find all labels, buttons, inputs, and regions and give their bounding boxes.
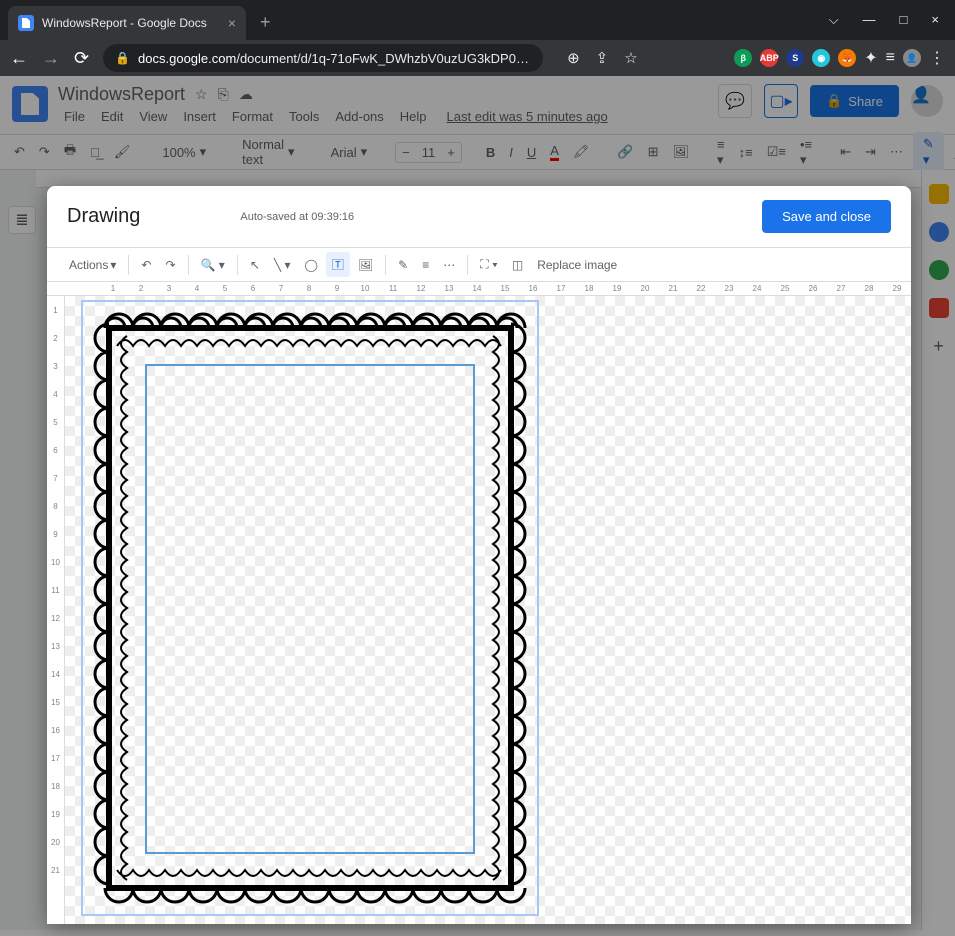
window-close[interactable]: ×	[931, 12, 939, 28]
ext-s-icon[interactable]: S	[786, 49, 804, 67]
window-dropdown[interactable]: ⌵	[829, 12, 839, 28]
docs-app: WindowsReport ☆ ⎘ ☁ File Edit View Inser…	[0, 76, 955, 936]
address-bar[interactable]: 🔒 docs.google.com/document/d/1q-71oFwK_D…	[103, 44, 543, 72]
browser-menu-icon[interactable]: ⋮	[929, 48, 945, 68]
ext-bot-icon[interactable]: ◉	[812, 49, 830, 67]
reading-list-icon[interactable]: ≡	[886, 49, 895, 67]
drawing-redo-button[interactable]: ↷	[159, 254, 181, 276]
border-color-button[interactable]: ✎	[392, 254, 414, 276]
image-tool[interactable]: 🖼	[352, 254, 379, 276]
drawing-canvas[interactable]	[65, 296, 911, 924]
mask-button[interactable]: ◫	[506, 254, 529, 276]
extensions-menu-icon[interactable]: ✦	[864, 48, 877, 68]
browser-tab[interactable]: WindowsReport - Google Docs ×	[8, 6, 246, 40]
lock-icon: 🔒	[115, 51, 130, 65]
text-box-tool[interactable]: 🅃	[326, 252, 350, 277]
window-controls: ⌵ — □ ×	[829, 12, 947, 28]
nav-reload-button[interactable]: ⟳	[74, 48, 89, 69]
border-weight-button[interactable]: ≡	[416, 254, 435, 276]
select-tool[interactable]: ↖	[244, 254, 266, 276]
crop-button[interactable]: ⛶ ▾	[474, 253, 504, 276]
save-and-close-button[interactable]: Save and close	[762, 200, 891, 233]
zoom-button[interactable]: 🔍 ▾	[195, 254, 231, 276]
border-dash-button[interactable]: ⋯	[437, 254, 461, 276]
bookmark-icon[interactable]: ☆	[624, 49, 637, 67]
drawing-title: Drawing	[67, 205, 140, 228]
ext-fox-icon[interactable]: 🦊	[838, 49, 856, 67]
drawing-modal: Drawing Auto-saved at 09:39:16 Save and …	[47, 186, 911, 924]
tab-close-button[interactable]: ×	[228, 15, 236, 31]
drawing-undo-button[interactable]: ↶	[135, 254, 157, 276]
share-page-icon[interactable]: ⇪	[596, 49, 609, 67]
browser-toolbar: ← → ⟳ 🔒 docs.google.com/document/d/1q-71…	[0, 40, 955, 76]
nav-back-button[interactable]: ←	[10, 48, 28, 69]
autosave-status: Auto-saved at 09:39:16	[240, 211, 354, 223]
shape-tool[interactable]: ◯	[298, 254, 323, 276]
actions-menu[interactable]: Actions ▾	[63, 254, 122, 276]
docs-favicon	[18, 15, 34, 31]
text-box-selection[interactable]	[145, 364, 475, 854]
ext-beta-icon[interactable]: β	[734, 49, 752, 67]
new-tab-button[interactable]: +	[260, 12, 271, 33]
nav-forward-button[interactable]: →	[42, 48, 60, 69]
drawing-header: Drawing Auto-saved at 09:39:16 Save and …	[47, 186, 911, 248]
tab-title: WindowsReport - Google Docs	[42, 16, 220, 30]
window-minimize[interactable]: —	[863, 12, 876, 28]
drawing-ruler-horizontal[interactable]: 1234567891011121314151617181920212223242…	[47, 282, 911, 296]
line-tool[interactable]: ╲ ▾	[268, 254, 297, 276]
ext-adblock-icon[interactable]: ABP	[760, 49, 778, 67]
browser-tab-strip: WindowsReport - Google Docs × + ⌵ — □ ×	[0, 0, 955, 40]
address-actions: ⊕ ⇪ ☆	[567, 49, 638, 67]
drawing-toolbar: Actions ▾ ↶ ↷ 🔍 ▾ ↖ ╲ ▾ ◯ 🅃 🖼 ✎ ≡ ⋯ ⛶ ▾ …	[47, 248, 911, 282]
window-maximize[interactable]: □	[900, 12, 908, 28]
zoom-icon[interactable]: ⊕	[567, 49, 580, 67]
url-text: docs.google.com/document/d/1q-71oFwK_DWh…	[138, 51, 529, 66]
drawing-ruler-vertical[interactable]: 123456789101112131415161718192021	[47, 296, 65, 924]
replace-image-button[interactable]: Replace image	[531, 254, 623, 276]
extension-icons: β ABP S ◉ 🦊 ✦ ≡ 👤 ⋮	[734, 48, 945, 68]
profile-avatar[interactable]: 👤	[903, 49, 921, 67]
